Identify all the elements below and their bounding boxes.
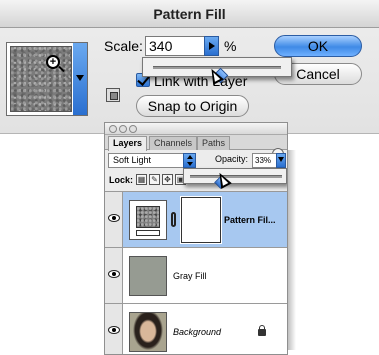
palette-shadow xyxy=(288,150,296,350)
opacity-slider-track[interactable] xyxy=(190,175,282,189)
minimize-window-icon[interactable] xyxy=(119,125,127,133)
layer-row-background[interactable]: Background xyxy=(105,303,287,354)
layer-row-gray-fill[interactable]: Gray Fill xyxy=(105,247,287,303)
blend-mode-arrows-icon xyxy=(183,153,196,168)
scale-unit: % xyxy=(224,38,237,54)
visibility-toggle[interactable] xyxy=(105,304,123,354)
dialog-title: Pattern Fill xyxy=(0,0,379,28)
tab-channels[interactable]: Channels xyxy=(149,136,198,150)
close-window-icon[interactable] xyxy=(109,125,117,133)
layers-palette: Layers Channels Paths Soft Light Opacity… xyxy=(104,122,288,355)
new-preset-icon[interactable] xyxy=(106,88,120,102)
link-chain-icon[interactable] xyxy=(171,212,176,227)
pattern-dropdown-arrow-icon[interactable] xyxy=(73,43,87,115)
pattern-swatch-icon xyxy=(136,206,160,228)
opacity-slider-toggle-icon[interactable] xyxy=(276,153,286,168)
layer-row-pattern-fill[interactable]: Pattern Fil... xyxy=(105,191,287,247)
lock-position-icon[interactable]: ✥ xyxy=(162,174,173,185)
background-thumbnail xyxy=(129,312,167,352)
tab-paths[interactable]: Paths xyxy=(197,136,231,150)
opacity-input[interactable]: 33% xyxy=(252,153,277,168)
lock-image-icon[interactable]: ✎ xyxy=(149,174,160,185)
blend-mode-value: Soft Light xyxy=(113,155,152,165)
blend-mode-select[interactable]: Soft Light xyxy=(108,153,196,168)
eye-icon xyxy=(108,214,120,222)
pattern-tray-icon xyxy=(136,230,160,236)
pattern-fill-thumbnail xyxy=(129,200,167,240)
pattern-fill-dialog: Pattern Fill + Scale: 340 % Link with La… xyxy=(0,0,379,134)
pattern-preview: + xyxy=(10,46,72,112)
scale-slider-toggle-icon[interactable] xyxy=(204,36,219,56)
eye-icon xyxy=(108,270,120,278)
palette-titlebar xyxy=(105,123,287,135)
lock-icon xyxy=(258,325,266,336)
opacity-label: Opacity: xyxy=(215,154,249,164)
visibility-toggle[interactable] xyxy=(105,248,123,303)
snap-to-origin-button[interactable]: Snap to Origin xyxy=(136,95,249,117)
tab-layers[interactable]: Layers xyxy=(108,136,148,151)
visibility-toggle[interactable] xyxy=(105,192,123,247)
layer-name: Background xyxy=(173,327,222,337)
gray-fill-thumbnail xyxy=(129,256,167,296)
layer-name: Pattern Fil... xyxy=(224,215,276,225)
ok-button[interactable]: OK xyxy=(274,35,362,57)
zoom-window-icon[interactable] xyxy=(129,125,137,133)
zoom-in-cursor-icon: + xyxy=(46,55,60,69)
layer-mask-thumbnail[interactable] xyxy=(180,196,222,244)
layer-name: Gray Fill xyxy=(173,271,207,281)
lock-transparency-icon[interactable]: ▦ xyxy=(136,174,147,185)
lock-label: Lock: xyxy=(109,175,134,185)
scale-input[interactable]: 340 xyxy=(145,36,205,56)
scale-label: Scale: xyxy=(104,38,143,54)
palette-tabs: Layers Channels Paths xyxy=(105,135,287,160)
opacity-slider-popup xyxy=(183,168,287,189)
pattern-picker[interactable]: + xyxy=(6,42,88,116)
eye-icon xyxy=(108,326,120,334)
